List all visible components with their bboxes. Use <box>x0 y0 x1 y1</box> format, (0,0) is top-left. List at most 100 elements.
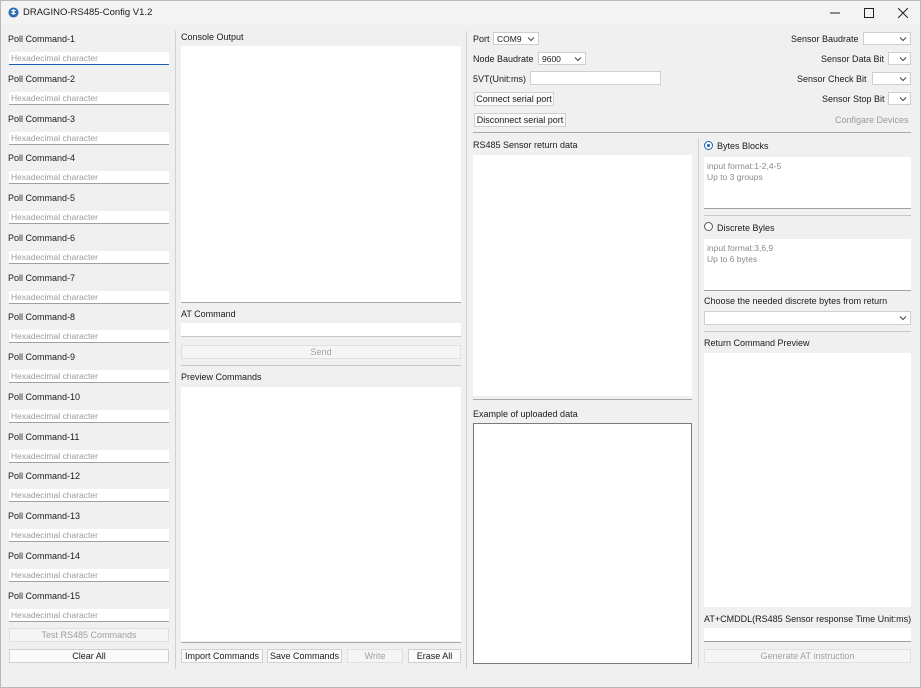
discrete-bytes-input[interactable]: input format:3,6,9 Up to 6 bytes <box>704 239 911 291</box>
connect-serial-port-button[interactable]: Connect serial port <box>474 92 554 106</box>
poll-command-input[interactable] <box>9 52 169 65</box>
sensor-data-bit-label: Sensor Data Bit <box>821 54 885 64</box>
disconnect-serial-port-button[interactable]: Disconnect serial port <box>474 113 566 127</box>
poll-command-label: Poll Command-3 <box>8 113 76 124</box>
poll-command-input[interactable] <box>9 529 169 542</box>
write-button[interactable]: Write <box>347 649 403 663</box>
poll-command-input[interactable] <box>9 409 169 423</box>
return-preview-label: Return Command Preview <box>704 338 810 348</box>
send-button[interactable]: Send <box>181 345 461 359</box>
port-label: Port <box>473 34 490 44</box>
at-command-label: AT Command <box>181 309 236 319</box>
poll-command-input[interactable] <box>9 608 169 622</box>
column-divider-3 <box>698 138 699 668</box>
poll-command-label: Poll Command-6 <box>8 232 76 243</box>
close-button[interactable] <box>886 1 920 24</box>
blocks-divider <box>704 215 911 216</box>
chevron-down-icon <box>899 97 907 102</box>
poll-command-input[interactable] <box>9 330 169 344</box>
poll-command-input[interactable] <box>9 171 169 185</box>
poll-command-input[interactable] <box>9 250 169 264</box>
poll-command-label: Poll Command-1 <box>8 34 76 44</box>
console-divider <box>181 302 461 303</box>
minimize-icon <box>830 12 840 13</box>
erase-all-button[interactable]: Erase All <box>408 649 461 663</box>
poll-command-label: Poll Command-7 <box>8 272 76 283</box>
discrete-bytes-hint: input format:3,6,9 Up to 6 bytes <box>707 243 774 264</box>
chevron-down-icon <box>527 37 535 42</box>
minimize-button[interactable] <box>818 1 852 24</box>
node-baudrate-select[interactable]: 9600 <box>538 52 586 65</box>
poll-command-input[interactable] <box>9 131 169 145</box>
close-icon <box>898 7 908 18</box>
maximize-icon <box>864 7 874 18</box>
poll-command-input[interactable] <box>9 489 169 503</box>
sensor-stop-bit-select[interactable] <box>888 92 911 105</box>
choose-bytes-label: Choose the needed discrete bytes from re… <box>704 296 888 306</box>
rs485-return-area[interactable] <box>473 155 692 396</box>
generate-at-instruction-button[interactable]: Generate AT instruction <box>704 649 911 663</box>
poll-command-input[interactable] <box>9 91 169 105</box>
preview-commands-area[interactable] <box>181 387 461 641</box>
poll-command-input[interactable] <box>9 568 169 582</box>
column-divider <box>175 31 176 669</box>
poll-command-label: Poll Command-12 <box>8 471 81 482</box>
poll-command-label: Poll Command-5 <box>8 193 76 203</box>
poll-command-label: Poll Command-15 <box>8 590 81 601</box>
choose-bytes-select[interactable] <box>704 311 911 325</box>
test-rs485-commands-button[interactable]: Test RS485 Commands <box>9 628 169 642</box>
clear-all-button[interactable]: Clear All <box>9 649 169 663</box>
sensor-check-bit-label: Sensor Check Bit <box>797 74 867 84</box>
bytes-blocks-label: Bytes Blocks <box>717 141 769 151</box>
discrete-bytes-radio[interactable] <box>704 222 713 231</box>
choose-divider <box>704 331 911 332</box>
cmddl-label: AT+CMDDL(RS485 Sensor response Time Unit… <box>704 614 912 624</box>
window-title: DRAGINO-RS485-Config V1.2 <box>23 7 153 18</box>
fivevt-label: 5VT(Unit:ms) <box>473 74 527 84</box>
sensor-baudrate-label: Sensor Baudrate <box>791 34 859 44</box>
poll-command-label: Poll Command-8 <box>8 312 76 323</box>
save-commands-button[interactable]: Save Commands <box>267 649 342 663</box>
poll-command-input[interactable] <box>9 211 169 224</box>
console-output-area[interactable] <box>181 46 461 302</box>
poll-command-input[interactable] <box>9 290 169 304</box>
preview-commands-label: Preview Commands <box>181 372 262 382</box>
chevron-down-icon <box>574 57 582 62</box>
import-commands-button[interactable]: Import Commands <box>181 649 263 663</box>
node-baudrate-value: 9600 <box>542 53 561 64</box>
poll-command-input[interactable] <box>9 449 169 463</box>
poll-command-label: Poll Command-11 <box>8 431 80 442</box>
preview-divider <box>181 642 461 643</box>
poll-command-label: Poll Command-2 <box>8 73 76 84</box>
settings-divider <box>473 132 911 133</box>
poll-command-label: Poll Command-10 <box>8 391 81 402</box>
bytes-blocks-input[interactable]: input format:1-2,4-5 Up to 3 groups <box>704 157 911 209</box>
console-output-label: Console Output <box>181 32 244 42</box>
poll-command-input[interactable] <box>9 370 169 383</box>
uploaded-data-area[interactable] <box>473 423 692 664</box>
chevron-down-icon <box>899 77 907 82</box>
chevron-down-icon <box>899 316 907 321</box>
return-preview-area[interactable] <box>704 353 911 607</box>
return-divider <box>473 399 692 400</box>
app-logo-icon <box>8 7 19 18</box>
uploaded-data-label: Example of uploaded data <box>473 409 578 419</box>
poll-command-label: Poll Command-4 <box>8 153 76 164</box>
bytes-blocks-radio[interactable] <box>704 141 713 150</box>
maximize-button[interactable] <box>852 1 886 24</box>
bytes-blocks-hint: input format:1-2,4-5 Up to 3 groups <box>707 161 782 182</box>
cmddl-input[interactable] <box>704 628 911 642</box>
sensor-check-bit-select[interactable] <box>872 72 911 85</box>
sensor-data-bit-select[interactable] <box>888 52 911 65</box>
sensor-baudrate-select[interactable] <box>863 32 911 45</box>
chevron-down-icon <box>899 37 907 42</box>
port-select[interactable]: COM9 <box>493 32 539 45</box>
chevron-down-icon <box>899 57 907 62</box>
title-bar: DRAGINO-RS485-Config V1.2 <box>1 1 920 24</box>
node-baudrate-label: Node Baudrate <box>473 54 534 64</box>
configure-devices-button[interactable]: Configare Devices <box>835 115 909 125</box>
fivevt-input[interactable] <box>530 71 661 85</box>
column-divider-2 <box>466 31 467 669</box>
poll-command-label: Poll Command-14 <box>8 550 81 561</box>
at-command-input[interactable] <box>181 323 461 337</box>
